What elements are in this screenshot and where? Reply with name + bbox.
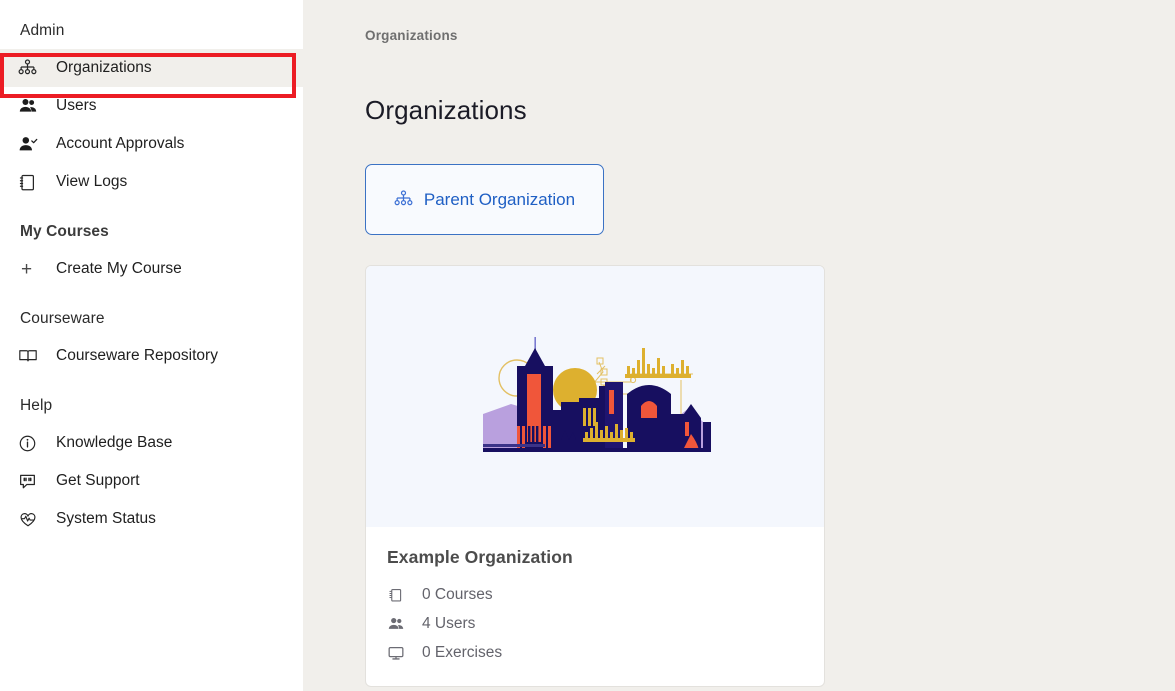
sidebar-section-admin: Admin Organizations Users Account Approv… [0, 22, 303, 201]
monitor-icon [387, 644, 413, 662]
hierarchy-icon [18, 58, 44, 78]
sidebar-item-get-support[interactable]: Get Support [0, 462, 303, 500]
sidebar-section-help: Help Knowledge Base Get Support System S… [0, 397, 303, 538]
users-icon [387, 615, 413, 633]
parent-organization-button[interactable]: Parent Organization [365, 164, 604, 235]
sidebar-item-create-my-course[interactable]: + Create My Course [0, 250, 303, 288]
sidebar-divider-3 [0, 375, 303, 397]
user-check-icon [18, 134, 44, 154]
info-circle-icon [18, 434, 44, 453]
stat-label: 4 Users [422, 615, 476, 632]
sidebar-section-courseware: Courseware Courseware Repository [0, 310, 303, 375]
sidebar-item-label: Account Approvals [56, 135, 185, 152]
sidebar-item-users[interactable]: Users [0, 87, 303, 125]
sidebar-item-label: Courseware Repository [56, 347, 218, 364]
stat-label: 0 Courses [422, 586, 493, 603]
sidebar-section-title-my-courses: My Courses [20, 223, 109, 240]
sidebar-item-label: Get Support [56, 472, 140, 489]
sidebar-item-label: Knowledge Base [56, 434, 173, 451]
stat-courses: 0 Courses [387, 585, 803, 605]
sidebar-item-label: Organizations [56, 59, 152, 76]
sidebar-item-label: Create My Course [56, 260, 182, 277]
book-icon [18, 346, 44, 366]
sidebar-item-account-approvals[interactable]: Account Approvals [0, 125, 303, 163]
sidebar-item-system-status[interactable]: System Status [0, 500, 303, 538]
sidebar-divider-2 [0, 288, 303, 310]
sidebar-item-label: System Status [56, 510, 156, 527]
sidebar-item-courseware-repository[interactable]: Courseware Repository [0, 337, 303, 375]
notepad-icon [18, 173, 44, 192]
sidebar-item-label: Users [56, 97, 97, 114]
sidebar-item-knowledge-base[interactable]: Knowledge Base [0, 424, 303, 462]
sidebar: Admin Organizations Users Account Approv… [0, 0, 303, 691]
sidebar-section-title-admin: Admin [20, 22, 65, 39]
sidebar-section-my-courses: My Courses + Create My Course [0, 223, 303, 288]
sidebar-divider-1 [0, 201, 303, 223]
breadcrumb[interactable]: Organizations [365, 28, 1175, 43]
parent-organization-button-label: Parent Organization [423, 189, 576, 209]
courses-icon [387, 587, 413, 604]
page-title: Organizations [365, 95, 527, 125]
chat-quote-icon [18, 472, 44, 491]
organization-card-body: Example Organization 0 Courses 4 Users 0… [366, 527, 824, 686]
users-icon [18, 96, 44, 116]
sidebar-item-label: View Logs [56, 173, 128, 190]
hierarchy-icon [394, 190, 413, 209]
main-content: Organizations Organizations Parent Organ… [303, 0, 1175, 691]
organization-card[interactable]: Example Organization 0 Courses 4 Users 0… [365, 265, 825, 687]
heartbeat-shield-icon [18, 509, 44, 529]
plus-icon: + [21, 258, 33, 280]
sidebar-item-view-logs[interactable]: View Logs [0, 163, 303, 201]
sidebar-section-title-courseware: Courseware [20, 310, 105, 327]
sidebar-item-organizations[interactable]: Organizations [0, 49, 303, 87]
app-root: Admin Organizations Users Account Approv… [0, 0, 1175, 691]
sidebar-section-title-help: Help [20, 397, 53, 414]
stat-exercises: 0 Exercises [387, 643, 803, 663]
stat-users: 4 Users [387, 614, 803, 634]
stat-label: 0 Exercises [422, 644, 503, 661]
city-skyline-illustration [366, 266, 824, 527]
organization-card-title: Example Organization [387, 547, 573, 567]
